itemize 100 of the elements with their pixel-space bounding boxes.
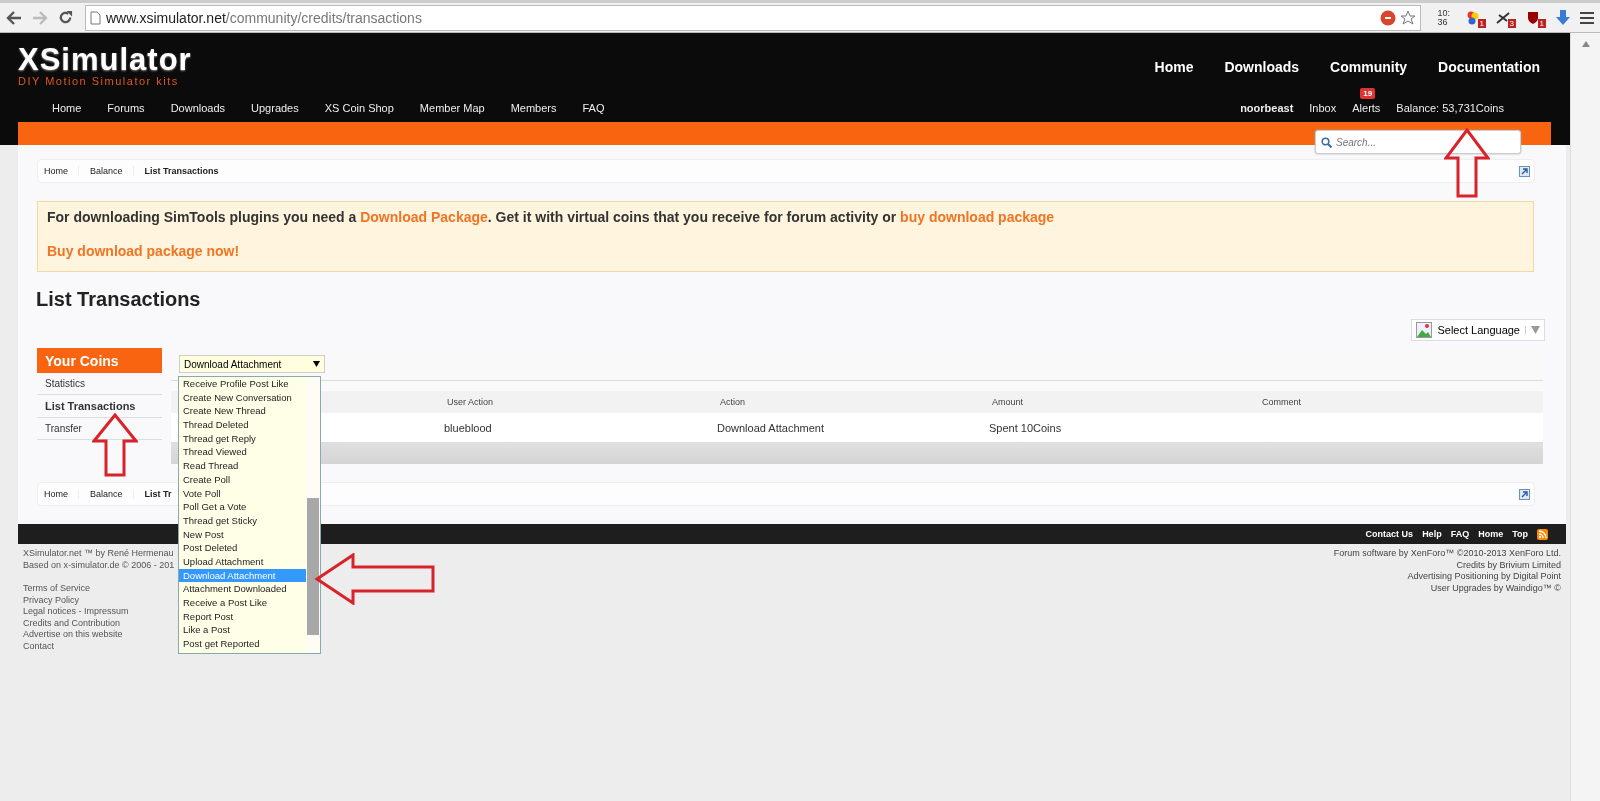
dropdown-option[interactable]: Upload Attachment bbox=[179, 554, 306, 569]
credits-text: User Upgrades by Waindigo™ © bbox=[1430, 582, 1561, 594]
download-icon[interactable] bbox=[1556, 9, 1570, 26]
main-nav-link[interactable]: Documentation bbox=[1438, 59, 1540, 75]
dropdown-option[interactable]: Thread get Sticky bbox=[179, 513, 306, 528]
nav-tab[interactable]: Members bbox=[510, 102, 557, 115]
footer-link[interactable]: Terms of Service bbox=[23, 583, 175, 595]
rss-icon[interactable] bbox=[1537, 528, 1548, 540]
inbox-link[interactable]: Inbox bbox=[1309, 102, 1337, 115]
nav-tab[interactable]: Forums bbox=[107, 102, 145, 115]
caret-icon bbox=[1525, 326, 1540, 334]
star-icon[interactable] bbox=[1400, 9, 1417, 26]
address-bar[interactable]: www.xsimulator.net/community/credits/transactions bbox=[85, 4, 1422, 31]
footer-link[interactable]: Credits and Contribution bbox=[23, 617, 175, 629]
site-logo[interactable]: XSimulator bbox=[18, 45, 192, 75]
nav-tab[interactable]: XS Coin Shop bbox=[324, 102, 394, 115]
scrollbar-thumb[interactable] bbox=[307, 498, 319, 635]
dropdown-option[interactable]: Thread get Reply bbox=[179, 431, 306, 446]
scrollbar[interactable] bbox=[306, 377, 320, 653]
footer-link[interactable]: Privacy Policy bbox=[23, 594, 175, 606]
sidebar-heading: Your Coins bbox=[37, 348, 162, 373]
up-arrow-icon bbox=[1444, 128, 1490, 198]
extension-button[interactable]: 3 bbox=[1496, 7, 1516, 28]
breadcrumb-link[interactable]: Balance bbox=[84, 166, 134, 176]
footer-link[interactable]: Legal notices - Impressum bbox=[23, 606, 175, 618]
breadcrumb-link[interactable]: Home bbox=[38, 166, 79, 176]
footer-link[interactable]: Top bbox=[1512, 529, 1528, 539]
image-icon bbox=[1416, 322, 1433, 338]
dropdown-option[interactable]: Create New Conversation bbox=[179, 390, 306, 405]
plane-icon bbox=[1496, 10, 1510, 25]
dropdown-option[interactable]: Post Deleted bbox=[179, 541, 306, 555]
nav-tab[interactable]: Home bbox=[52, 102, 82, 115]
nav-tab[interactable]: FAQ bbox=[582, 102, 605, 115]
footer-link[interactable]: Advertise on this website bbox=[23, 629, 175, 641]
left-arrow-icon bbox=[315, 553, 435, 605]
sidebar-item[interactable]: List Transactions bbox=[37, 395, 162, 418]
breadcrumb-link[interactable]: List Tr bbox=[138, 489, 182, 499]
dropdown-option[interactable]: Thread Viewed bbox=[179, 445, 306, 460]
dropdown-option[interactable]: Create Poll bbox=[179, 472, 306, 487]
dropdown-option[interactable]: Vote Poll bbox=[179, 486, 306, 501]
scrollbar[interactable] bbox=[1570, 33, 1600, 801]
popout-icon[interactable] bbox=[1519, 165, 1530, 177]
footer-link[interactable]: Contact bbox=[23, 640, 175, 652]
column-header: Amount bbox=[991, 397, 1025, 407]
sidebar-item[interactable]: Statistics bbox=[37, 373, 162, 395]
nav-tab[interactable]: Upgrades bbox=[251, 102, 299, 115]
filter-dropdown[interactable]: Download Attachment bbox=[179, 355, 325, 373]
footer-link[interactable]: Home bbox=[1478, 529, 1504, 539]
dropdown-option[interactable]: Receive a Post Like bbox=[179, 596, 306, 610]
extension-badge: 1 bbox=[1537, 18, 1546, 28]
credits-text: Advertising Positioning by Digital Point bbox=[1407, 571, 1561, 583]
language-select[interactable]: Select Language bbox=[1411, 319, 1545, 341]
menu-icon[interactable] bbox=[1580, 11, 1594, 24]
balance-link[interactable]: Balance: 53,731Coins bbox=[1396, 102, 1504, 115]
sidebar-item[interactable]: Transfer bbox=[37, 418, 162, 440]
page-icon bbox=[90, 10, 101, 25]
dropdown-option[interactable]: Report Post bbox=[179, 609, 306, 624]
dropdown-option[interactable]: Like a Post bbox=[179, 623, 306, 638]
stop-icon[interactable] bbox=[1380, 9, 1397, 26]
nav-tab[interactable]: Member Map bbox=[419, 102, 485, 115]
extension-badge: 1 bbox=[1477, 18, 1486, 28]
reload-icon[interactable] bbox=[58, 10, 73, 25]
footer-link[interactable]: Help bbox=[1422, 529, 1442, 539]
dropdown-option[interactable]: Attachment Downloaded bbox=[179, 582, 306, 596]
table-cell-text: Spent 10Coins bbox=[988, 421, 1063, 434]
footer-link[interactable]: FAQ bbox=[1450, 529, 1470, 539]
scroll-up-icon[interactable] bbox=[1581, 41, 1590, 47]
footer-link[interactable]: Contact Us bbox=[1365, 529, 1414, 539]
column-header: User Action bbox=[446, 397, 495, 407]
dropdown-option[interactable]: Post get Reported bbox=[179, 637, 306, 651]
extension-badge: 3 bbox=[1507, 18, 1516, 28]
dropdown-option[interactable]: Poll Get a Vote bbox=[179, 500, 306, 514]
username-link[interactable]: noorbeast bbox=[1240, 102, 1294, 115]
main-nav-link[interactable]: Downloads bbox=[1224, 59, 1300, 75]
extension-button[interactable]: 1 bbox=[1526, 7, 1546, 28]
logo-tagline: DIY Motion Simulator kits bbox=[18, 75, 179, 87]
clock: 10: 36 bbox=[1437, 8, 1450, 27]
extension-button[interactable]: 1 bbox=[1466, 7, 1486, 28]
main-nav-link[interactable]: Community bbox=[1330, 59, 1408, 75]
nav-tab[interactable]: Downloads bbox=[170, 102, 226, 115]
dropdown-option[interactable]: Create New Thread bbox=[179, 404, 306, 419]
credits-text: Credits by Brivium Limited bbox=[1456, 559, 1561, 571]
dropdown-option[interactable]: Thread Deleted bbox=[179, 418, 306, 432]
dropdown-option[interactable]: Receive Profile Post Like bbox=[179, 377, 306, 391]
caret-icon bbox=[313, 361, 320, 367]
column-header: Comment bbox=[1261, 397, 1302, 407]
back-icon[interactable] bbox=[6, 10, 22, 25]
copyright-text: XSimulator.net ™ by René Hermenau bbox=[23, 548, 175, 560]
search-field[interactable]: Search... bbox=[1315, 130, 1521, 154]
page-title: List Transactions bbox=[36, 288, 202, 311]
main-nav-link[interactable]: Home bbox=[1154, 59, 1194, 75]
breadcrumb-link[interactable]: List Transactions bbox=[138, 166, 229, 176]
notice-text: For downloading SimTools plugins you need a Download Package. Get it with virtual coins that you receive for forum activity or buy download package bbox=[47, 209, 1056, 225]
column-header: Action bbox=[719, 397, 746, 407]
credits-text: Forum software by XenForo™ ©2010-2013 XenForo Ltd. bbox=[1333, 548, 1561, 560]
dropdown-option[interactable]: New Post bbox=[179, 527, 306, 542]
popout-icon[interactable] bbox=[1519, 488, 1530, 500]
breadcrumb-link[interactable]: Balance bbox=[84, 489, 134, 499]
dropdown-option[interactable]: Read Thread bbox=[179, 459, 306, 473]
breadcrumb-link[interactable]: Home bbox=[38, 489, 79, 499]
